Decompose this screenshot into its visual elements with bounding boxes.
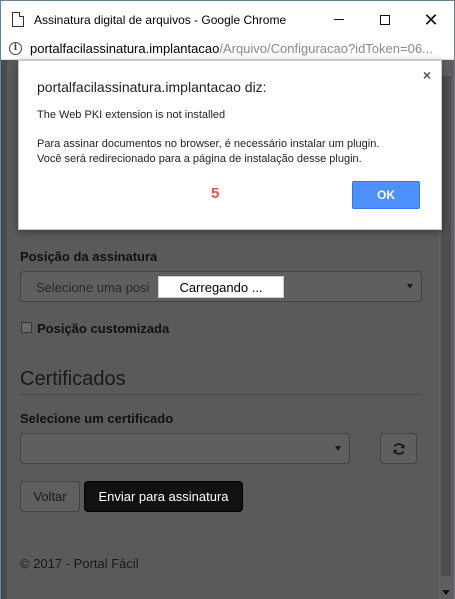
certificate-select-label: Selecione um certificado — [20, 411, 174, 426]
alert-dialog: × portalfacilassinatura.implantacao diz:… — [18, 60, 442, 230]
maximize-button[interactable] — [362, 1, 408, 38]
dialog-message-line2: Para assinar documentos no browser, é ne… — [37, 138, 380, 150]
chevron-down-icon — [335, 446, 341, 451]
dialog-message-line3: Você será redirecionado para a página de… — [37, 153, 362, 165]
document-icon — [12, 12, 24, 27]
scrollbar-thumb[interactable] — [441, 76, 451, 576]
certificate-select[interactable] — [20, 433, 350, 464]
dialog-message-line1: The Web PKI extension is not installed — [37, 109, 226, 121]
refresh-certificates-button[interactable] — [380, 433, 417, 464]
address-bar[interactable]: i portalfacilassinatura.implantacao/Arqu… — [1, 38, 454, 60]
page-left-edge — [1, 60, 7, 599]
close-icon: ✕ — [423, 9, 439, 30]
maximize-icon — [380, 14, 390, 25]
url-host: portalfacilassinatura.implantacao — [30, 41, 220, 56]
ok-button[interactable]: OK — [352, 181, 420, 209]
minimize-icon — [334, 19, 344, 20]
info-icon[interactable]: i — [9, 42, 22, 55]
scroll-down-icon[interactable] — [442, 590, 450, 595]
close-window-button[interactable]: ✕ — [408, 1, 454, 38]
url-text[interactable]: portalfacilassinatura.implantacao/Arquiv… — [30, 41, 450, 56]
position-label: Posição da assinatura — [20, 249, 158, 264]
redirect-countdown: 5 — [211, 185, 220, 202]
back-button[interactable]: Voltar — [20, 481, 80, 512]
minimize-button[interactable] — [316, 1, 362, 38]
certificates-heading: Certificados — [20, 368, 126, 390]
loading-indicator: Carregando ... — [158, 276, 284, 298]
url-path: /Arquivo/Configuracao?idToken=06... — [219, 41, 433, 56]
page-footer: © 2017 - Portal Fácil — [20, 556, 139, 571]
dialog-title: portalfacilassinatura.implantacao diz: — [37, 79, 267, 95]
browser-window: Assinatura digital de arquivos - Google … — [0, 0, 455, 599]
title-bar: Assinatura digital de arquivos - Google … — [1, 1, 454, 38]
submit-signature-button[interactable]: Enviar para assinatura — [84, 481, 243, 512]
chevron-down-icon — [407, 284, 413, 289]
custom-position-label: Posição customizada — [37, 321, 170, 336]
custom-position-checkbox[interactable] — [21, 322, 32, 333]
dialog-close-icon[interactable]: × — [423, 67, 431, 83]
section-divider — [20, 394, 422, 395]
window-title: Assinatura digital de arquivos - Google … — [34, 13, 287, 27]
refresh-icon — [393, 442, 404, 455]
position-select-placeholder: Selecione uma posi — [36, 280, 150, 295]
